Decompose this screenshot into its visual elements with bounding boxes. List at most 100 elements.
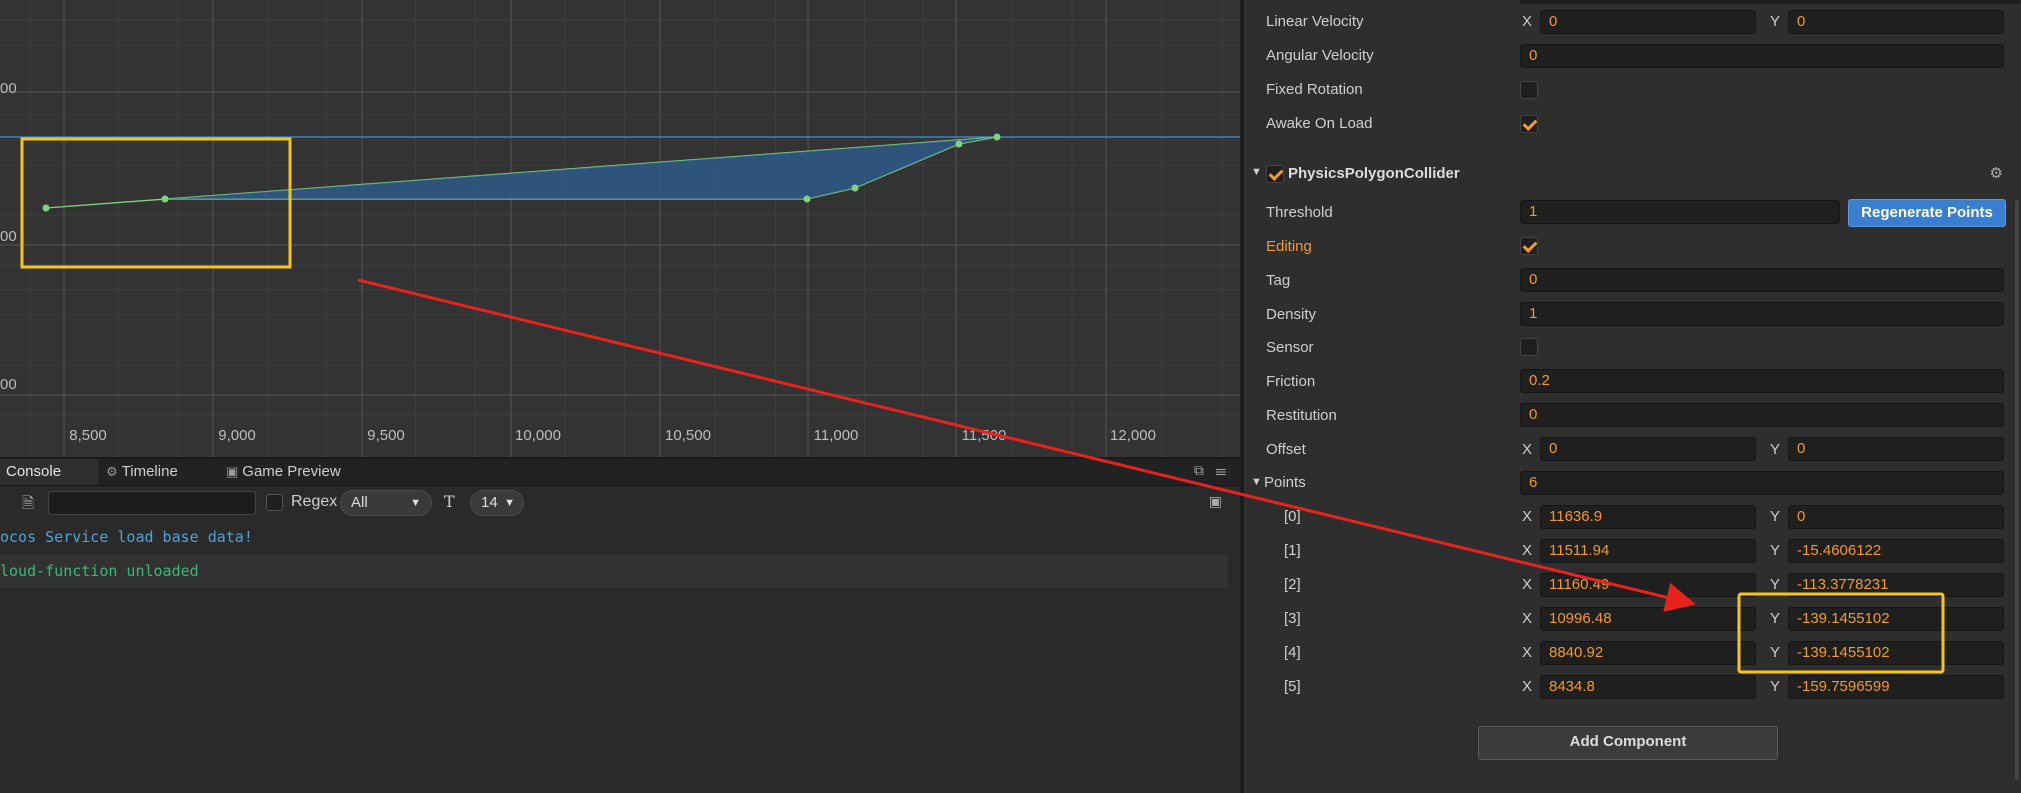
point-y-field[interactable]: -15.4606122 — [1788, 539, 2004, 563]
font-size-value: 14 — [481, 494, 498, 511]
point-x-field[interactable]: 10996.48 — [1540, 607, 1756, 631]
points-label: Points — [1264, 474, 1306, 491]
linear-velocity-y-field[interactable]: 0 — [1788, 10, 2004, 34]
inspector-scrollbar[interactable] — [2015, 200, 2019, 780]
restitution-field[interactable]: 0 — [1520, 403, 2004, 427]
x-axis-label: 9,500 — [367, 427, 405, 444]
scene-viewport[interactable]: 00 00 00 8,500 9,000 9,500 10,000 10,500… — [0, 0, 1240, 457]
density-field[interactable]: 1 — [1520, 302, 2004, 326]
point-y-field[interactable]: -113.3778231 — [1788, 573, 2004, 597]
console-toolbar: 🗎 Regex All ▼ T 14 ▼ ▣ — [0, 486, 1240, 520]
x-axis-label: 12,000 — [1110, 427, 1156, 444]
fixed-rotation-checkbox[interactable] — [1520, 81, 1538, 99]
editing-checkbox[interactable] — [1520, 237, 1538, 255]
sensor-checkbox[interactable] — [1520, 338, 1538, 356]
friction-label: Friction — [1266, 373, 1316, 390]
offset-y-field[interactable]: 0 — [1788, 437, 2004, 461]
point-x-field[interactable]: 8434.8 — [1540, 675, 1756, 699]
y-label: Y — [1770, 441, 1781, 458]
maximize-icon[interactable]: ⧉ — [1194, 462, 1204, 478]
linear-velocity-label: Linear Velocity — [1266, 13, 1364, 30]
sensor-label: Sensor — [1266, 339, 1314, 356]
x-label: X — [1522, 610, 1533, 627]
x-axis-label: 10,500 — [665, 427, 711, 444]
point-y-field[interactable]: -159.7596599 — [1788, 675, 2004, 699]
point-x-field[interactable]: 11511.94 — [1540, 539, 1756, 563]
log-level-value: All — [351, 494, 368, 511]
angular-velocity-label: Angular Velocity — [1266, 47, 1374, 64]
threshold-field[interactable]: 1 — [1520, 200, 1840, 224]
console-tab-bar: Console ⚙ Timeline ▣ Game Preview ⧉ ☰ — [0, 459, 1240, 486]
panel-window-controls: ⧉ ☰ — [1194, 462, 1226, 479]
tab-timeline[interactable]: ⚙ Timeline — [104, 459, 178, 485]
y-axis-label: 00 — [0, 376, 17, 393]
y-axis-label: 00 — [0, 228, 17, 245]
console-panel: Console ⚙ Timeline ▣ Game Preview ⧉ ☰ 🗎 Re… — [0, 459, 1240, 793]
chevron-down-icon: ▼ — [504, 497, 515, 509]
friction-field[interactable]: 0.2 — [1520, 369, 2004, 393]
offset-label: Offset — [1266, 441, 1306, 458]
point-index: [1] — [1284, 542, 1301, 559]
linear-velocity-x-field[interactable]: 0 — [1540, 10, 1756, 34]
tag-label: Tag — [1266, 272, 1291, 289]
tab-game-preview-label: Game Preview — [242, 463, 341, 480]
tag-field[interactable]: 0 — [1520, 268, 2004, 292]
collapse-arrow-icon[interactable]: ▼ — [1251, 166, 1262, 178]
component-header[interactable]: ▼ PhysicsPolygonCollider ⚙ — [1244, 159, 2021, 189]
y-label: Y — [1770, 644, 1781, 661]
collapse-icon[interactable]: ▣ — [1209, 493, 1222, 510]
camera-icon: ▣ — [226, 464, 239, 479]
x-label: X — [1522, 508, 1533, 525]
regenerate-points-button[interactable]: Regenerate Points — [1848, 199, 2006, 227]
component-title: PhysicsPolygonCollider — [1288, 165, 1460, 182]
console-filter-input[interactable] — [48, 491, 256, 515]
point-x-field[interactable]: 8840.92 — [1540, 641, 1756, 665]
y-label: Y — [1770, 678, 1781, 695]
density-label: Density — [1266, 306, 1317, 323]
point-y-field[interactable]: -139.1455102 — [1788, 641, 2004, 665]
point-y-field[interactable]: -139.1455102 — [1788, 607, 2004, 631]
add-component-button[interactable]: Add Component — [1478, 726, 1778, 760]
offset-x-field[interactable]: 0 — [1540, 437, 1756, 461]
point-index: [5] — [1284, 678, 1301, 695]
point-x-field[interactable]: 11636.9 — [1540, 505, 1756, 529]
restitution-label: Restitution — [1266, 407, 1337, 424]
point-y-field[interactable]: 0 — [1788, 505, 2004, 529]
x-axis-label: 9,000 — [218, 427, 256, 444]
x-axis-label: 11,000 — [813, 427, 859, 444]
x-label: X — [1522, 542, 1533, 559]
y-label: Y — [1770, 542, 1781, 559]
regex-checkbox[interactable] — [266, 494, 283, 511]
angular-velocity-field[interactable]: 0 — [1520, 44, 2004, 68]
tab-timeline-label: Timeline — [121, 463, 178, 480]
font-size-select[interactable]: 14 ▼ — [470, 490, 524, 516]
menu-icon[interactable]: ☰ — [1216, 462, 1227, 478]
component-enabled-checkbox[interactable] — [1266, 165, 1284, 183]
x-label: X — [1522, 576, 1533, 593]
inspector-panel: Linear Velocity X 0 Y 0 Angular Velocity… — [1244, 0, 2021, 793]
x-label: X — [1522, 644, 1533, 661]
threshold-label: Threshold — [1266, 204, 1333, 221]
log-entry: ocos Service load base data! — [0, 521, 1228, 554]
points-count-field[interactable]: 6 — [1520, 471, 2004, 495]
log-text: loud-function unloaded — [0, 562, 199, 580]
points-expand-arrow-icon[interactable]: ▼ — [1251, 476, 1262, 488]
x-axis-label: 10,000 — [515, 427, 561, 444]
tab-console[interactable]: Console — [0, 459, 98, 485]
y-label: Y — [1770, 576, 1781, 593]
scene-grid — [0, 0, 1240, 457]
gear-icon[interactable]: ⚙ — [1990, 164, 2003, 182]
x-label: X — [1522, 678, 1533, 695]
font-size-icon: T — [444, 492, 455, 511]
point-index: [4] — [1284, 644, 1301, 661]
y-label: Y — [1770, 610, 1781, 627]
fixed-rotation-label: Fixed Rotation — [1266, 81, 1363, 98]
tab-game-preview[interactable]: ▣ Game Preview — [226, 459, 341, 485]
point-x-field[interactable]: 11160.49 — [1540, 573, 1756, 597]
y-label: Y — [1770, 508, 1781, 525]
log-level-select[interactable]: All ▼ — [340, 490, 432, 516]
highlight-box-scene — [20, 137, 292, 269]
chevron-down-icon: ▼ — [410, 497, 421, 509]
document-icon[interactable]: 🗎 — [22, 493, 34, 518]
awake-on-load-checkbox[interactable] — [1520, 115, 1538, 133]
